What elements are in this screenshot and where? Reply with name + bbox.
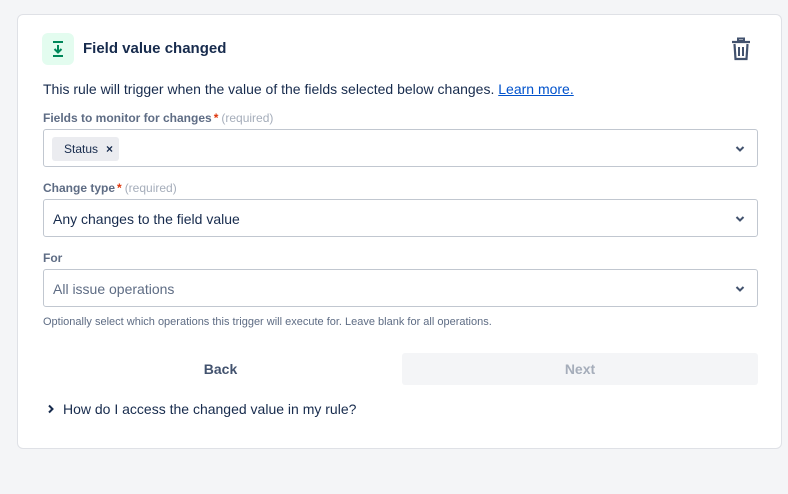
required-star: * — [117, 181, 122, 195]
change-type-value: Any changes to the field value — [53, 211, 240, 227]
for-placeholder: All issue operations — [53, 281, 175, 297]
required-hint: (required) — [221, 111, 274, 125]
trigger-description: This rule will trigger when the value of… — [43, 81, 574, 97]
chevron-down-icon — [735, 286, 745, 292]
delete-trigger-button[interactable] — [728, 36, 754, 62]
chevron-down-icon — [735, 146, 745, 152]
trigger-card: Field value changed This rule will trigg… — [17, 14, 782, 449]
fields-monitor-label: Fields to monitor for changes * (required) — [43, 111, 273, 125]
for-label-text: For — [43, 251, 63, 265]
trash-icon — [732, 37, 750, 61]
for-label: For — [43, 251, 62, 265]
field-tag-label: Status — [64, 142, 99, 156]
learn-more-link[interactable]: Learn more. — [498, 81, 573, 97]
faq-expander[interactable]: How do I access the changed value in my … — [45, 401, 356, 417]
change-type-select[interactable]: Any changes to the field value — [43, 199, 758, 237]
back-button[interactable]: Back — [43, 353, 398, 385]
trigger-title: Field value changed — [83, 40, 227, 57]
remove-tag-icon[interactable]: × — [106, 142, 113, 156]
required-hint: (required) — [124, 181, 177, 195]
fields-monitor-select[interactable]: Status × — [43, 129, 758, 167]
required-star: * — [213, 111, 219, 125]
change-type-label-text: Change type — [43, 181, 116, 195]
chevron-right-icon — [48, 404, 54, 414]
field-changed-icon — [42, 33, 74, 65]
next-button[interactable]: Next — [402, 353, 758, 385]
for-select[interactable]: All issue operations — [43, 269, 758, 307]
change-type-label: Change type * (required) — [43, 181, 177, 195]
for-help-text: Optionally select which operations this … — [43, 316, 492, 328]
faq-label: How do I access the changed value in my … — [63, 401, 357, 417]
fields-monitor-label-text: Fields to monitor for changes — [43, 111, 212, 125]
description-text: This rule will trigger when the value of… — [43, 81, 495, 97]
field-tag-status: Status × — [52, 137, 120, 161]
chevron-down-icon — [735, 216, 745, 222]
